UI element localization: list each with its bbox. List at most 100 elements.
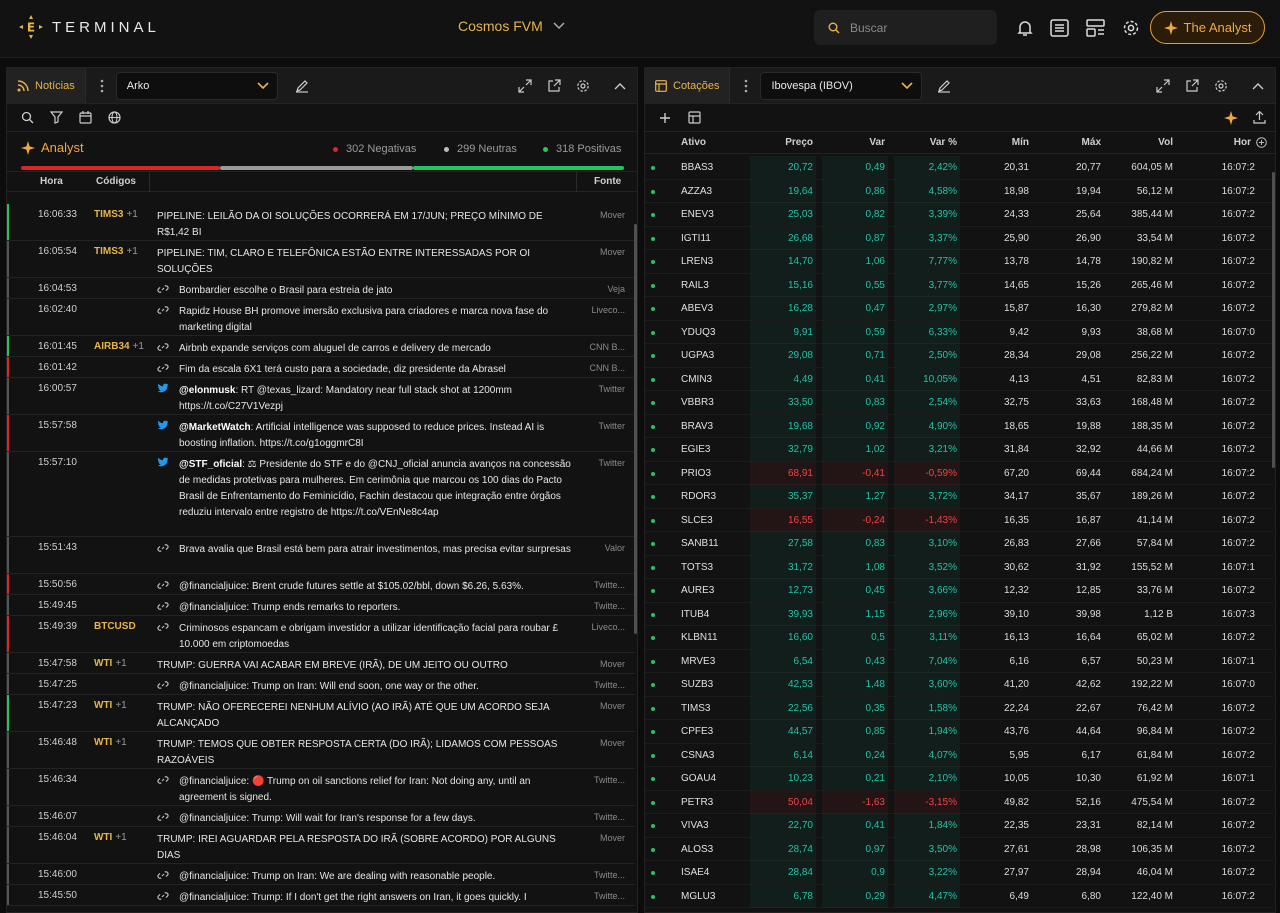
quote-ticker[interactable]: AZZA3: [681, 180, 712, 203]
quote-row[interactable]: RAIL3 15,16 0,55 3,77% 14,65 15,26 265,46 M 16:…: [645, 273, 1273, 297]
quote-row[interactable]: GOAU4 10,23 0,21 2,10% 10,05 10,30 61,92 M 16:0…: [645, 767, 1273, 791]
news-row[interactable]: 16:01:45 AIRB34 +1 Airbnb expande serviços …: [7, 336, 635, 357]
quote-row[interactable]: CPFE3 44,57 0,85 1,94% 43,76 44,64 96,84 M 16:0…: [645, 720, 1273, 744]
news-headline[interactable]: TRUMP: GUERRA VAI ACABAR EM BREVE (IRÃ),…: [157, 658, 575, 674]
news-row[interactable]: 15:50:56 @financialjuice: Brent crude fut…: [7, 574, 635, 595]
quote-row[interactable]: AZZA3 19,64 0,86 4,58% 18,98 19,94 56,12 M 16:0…: [645, 179, 1273, 203]
quote-ticker[interactable]: KLBN11: [681, 626, 718, 649]
news-ticker-code[interactable]: WTI +1: [94, 832, 127, 843]
news-headline[interactable]: TRUMP: NÃO OFERECEREI NENHUM ALÍVIO (AO …: [157, 700, 575, 732]
quote-row[interactable]: ITUB4 39,93 1,15 2,96% 39,10 39,98 1,12 B 16:07…: [645, 602, 1273, 626]
index-select[interactable]: Ibovespa (IBOV): [760, 71, 923, 100]
col-hora[interactable]: Hor: [1209, 137, 1251, 148]
globe-icon[interactable]: [102, 106, 126, 130]
news-row[interactable]: 16:05:54 TIMS3 +1 PIPELINE: TIM, CLARO E TE…: [7, 241, 635, 278]
collapse-chevron-up-icon[interactable]: [611, 77, 629, 95]
quote-row[interactable]: ENEV3 25,03 0,82 3,39% 24,33 25,64 385,44 M 16:…: [645, 203, 1273, 227]
news-headline[interactable]: Fim da escala 6X1 terá custo para a soci…: [179, 362, 575, 378]
col-vol[interactable]: Vol: [1115, 137, 1173, 148]
expand-icon[interactable]: [516, 77, 534, 95]
quote-ticker[interactable]: AURE3: [681, 579, 714, 602]
news-headline[interactable]: @financialjuice: 🔴 Trump on oil sanction…: [179, 774, 575, 806]
quote-row[interactable]: KLBN11 16,60 0,5 3,11% 16,13 16,64 65,02 M 16:0…: [645, 626, 1273, 650]
news-headline[interactable]: Brava avalia que Brasil está bem para at…: [179, 542, 575, 558]
col-codigos[interactable]: Códigos: [96, 176, 136, 187]
drag-handle-icon[interactable]: [92, 79, 112, 93]
layout-icon[interactable]: [1084, 17, 1106, 39]
quote-ticker[interactable]: RDOR3: [681, 485, 716, 508]
quote-row[interactable]: CSNA3 6,14 0,24 4,07% 5,95 6,17 61,84 M 16:07:2: [645, 743, 1273, 767]
popout-icon[interactable]: [545, 77, 563, 95]
quote-row[interactable]: LREN3 14,70 1,06 7,77% 13,78 14,78 190,82 M 16:…: [645, 250, 1273, 274]
sparkle-icon[interactable]: [1219, 106, 1243, 130]
news-headline[interactable]: @financialjuice: Trump on Iran: We are d…: [179, 869, 575, 885]
news-headline[interactable]: @financialjuice: Trump on Iran: Will end…: [179, 679, 575, 695]
quote-ticker[interactable]: VBBR3: [681, 391, 714, 414]
quote-ticker[interactable]: MGLU3: [681, 885, 715, 908]
quote-ticker[interactable]: IGTI11: [681, 227, 711, 250]
news-ticker-code[interactable]: TIMS3 +1: [94, 246, 138, 257]
news-row[interactable]: 15:46:07 @financialjuice: Trump: Will wai…: [7, 806, 635, 827]
news-row[interactable]: 15:51:43 Brava avalia que Brasil está bem…: [7, 537, 635, 574]
news-headline[interactable]: PIPELINE: TIM, CLARO E TELEFÔNICA ESTÃO …: [157, 246, 575, 278]
quote-ticker[interactable]: CSNA3: [681, 744, 714, 767]
news-row[interactable]: 16:02:40 Rapidz House BH promove imersão …: [7, 299, 635, 336]
export-share-icon[interactable]: [1247, 106, 1271, 130]
tab-noticias[interactable]: Notícias: [7, 68, 86, 104]
panel-settings-icon[interactable]: [1212, 77, 1230, 95]
news-filter-select[interactable]: Arko: [115, 71, 278, 100]
quote-row[interactable]: ABEV3 16,28 0,47 2,97% 15,87 16,30 279,82 M 16:…: [645, 297, 1273, 321]
quote-ticker[interactable]: SLCE3: [681, 509, 713, 532]
col-var[interactable]: Var: [835, 137, 885, 148]
quote-ticker[interactable]: EGIE3: [681, 438, 710, 461]
filter-icon[interactable]: [44, 106, 68, 130]
quote-ticker[interactable]: SUZB3: [681, 673, 713, 696]
quote-ticker[interactable]: YDUQ3: [681, 321, 715, 344]
news-headline[interactable]: Airbnb expande serviços com aluguel de c…: [179, 341, 575, 357]
quote-row[interactable]: PETR3 50,04 -1,63 -3,15% 49,82 52,16 475,54 M 1…: [645, 790, 1273, 814]
drag-handle-icon[interactable]: [736, 79, 756, 93]
quote-row[interactable]: RDOR3 35,37 1,27 3,72% 34,17 35,67 189,26 M 16:…: [645, 485, 1273, 509]
quote-ticker[interactable]: LREN3: [681, 250, 713, 273]
news-row[interactable]: 16:00:57 @elonmusk: RT @texas_lizard: Man…: [7, 378, 635, 415]
col-ativo[interactable]: Ativo: [681, 137, 706, 148]
news-ticker-code[interactable]: WTI +1: [94, 737, 127, 748]
quote-ticker[interactable]: ITUB4: [681, 603, 709, 626]
news-row[interactable]: 15:49:39 BTCUSD Criminosos espancam e obri…: [7, 616, 635, 653]
col-hora[interactable]: Hora: [40, 176, 63, 187]
quote-ticker[interactable]: PETR3: [681, 791, 713, 814]
news-row[interactable]: 15:46:04 WTI +1 TRUMP: IREI AGUARDAR PELA R…: [7, 827, 635, 864]
news-row[interactable]: 15:57:10 @STF_oficial: ⚖ Presidente do ST…: [7, 452, 635, 537]
news-ticker-code[interactable]: WTI +1: [94, 700, 127, 711]
quote-ticker[interactable]: GOAU4: [681, 767, 716, 790]
news-headline[interactable]: TRUMP: IREI AGUARDAR PELA RESPOSTA DO IR…: [157, 832, 575, 864]
news-headline[interactable]: @financialjuice: Trump: If I don't get t…: [179, 890, 575, 906]
col-var-pct[interactable]: Var %: [907, 137, 957, 148]
quote-ticker[interactable]: UGPA3: [681, 344, 714, 367]
search-box[interactable]: [814, 10, 997, 45]
quote-ticker[interactable]: MRVE3: [681, 650, 715, 673]
news-ticker-code[interactable]: TIMS3 +1: [94, 209, 138, 220]
quote-row[interactable]: PRIO3 68,91 -0,41 -0,59% 67,20 69,44 684,24 M 1…: [645, 461, 1273, 485]
news-headline[interactable]: Rapidz House BH promove imersão exclusiv…: [179, 304, 575, 336]
news-row[interactable]: 16:06:33 TIMS3 +1 PIPELINE: LEILÃO DA OI SO…: [7, 204, 635, 241]
quote-row[interactable]: IGTI11 26,68 0,87 3,37% 25,90 26,90 33,54 M 16:…: [645, 226, 1273, 250]
quote-ticker[interactable]: ISAE4: [681, 861, 709, 884]
quote-row[interactable]: TOTS3 31,72 1,08 3,52% 30,62 31,92 155,52 M 16:…: [645, 555, 1273, 579]
news-headline[interactable]: Bombardier escolhe o Brasil para estreia…: [179, 283, 575, 299]
news-row[interactable]: 15:46:00 @financialjuice: Trump on Iran: …: [7, 864, 635, 885]
news-row[interactable]: 15:47:58 WTI +1 TRUMP: GUERRA VAI ACABAR EM…: [7, 653, 635, 674]
quote-row[interactable]: ALOS3 28,74 0,97 3,50% 27,61 28,98 106,35 M 16:…: [645, 837, 1273, 861]
news-row[interactable]: 15:46:34 @financialjuice: 🔴 Trump on oil …: [7, 769, 635, 806]
quote-ticker[interactable]: TOTS3: [681, 556, 713, 579]
quote-ticker[interactable]: ENEV3: [681, 203, 714, 226]
news-row[interactable]: 15:47:23 WTI +1 TRUMP: NÃO OFERECEREI NENHU…: [7, 695, 635, 732]
news-headline[interactable]: TRUMP: TEMOS QUE OBTER RESPOSTA CERTA (D…: [157, 737, 575, 769]
search-input[interactable]: [850, 20, 980, 35]
quote-ticker[interactable]: BRAV3: [681, 415, 713, 438]
expand-icon[interactable]: [1154, 77, 1172, 95]
edit-pencil-icon[interactable]: [293, 77, 311, 95]
quote-ticker[interactable]: RAIL3: [681, 274, 709, 297]
workspace-selector[interactable]: Cosmos FVM: [458, 18, 565, 34]
analyst-title[interactable]: Analyst: [21, 140, 84, 155]
